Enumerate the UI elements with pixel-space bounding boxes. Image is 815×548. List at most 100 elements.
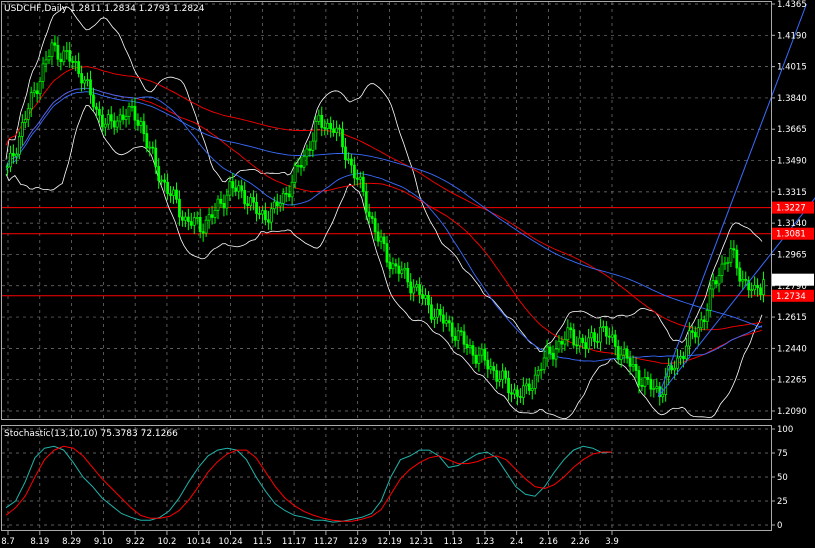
candle-body xyxy=(735,249,739,269)
candle-body xyxy=(71,60,75,63)
candle-body xyxy=(599,326,602,343)
candle-body xyxy=(441,314,445,324)
candle-body xyxy=(670,365,673,371)
price-tick-label: 1.4015 xyxy=(777,63,807,73)
candle-body xyxy=(364,191,368,213)
candle-body xyxy=(261,210,264,215)
candle-body xyxy=(685,345,688,360)
candle-body xyxy=(435,309,439,318)
chart-window: USDCHF,Daily 1.2811 1.2834 1.2793 1.2824… xyxy=(0,0,815,548)
candle-body xyxy=(355,177,359,180)
candle-body xyxy=(341,128,344,148)
candle-body xyxy=(219,198,223,204)
candle-body xyxy=(228,181,232,196)
candle-body xyxy=(468,345,472,349)
candle-body xyxy=(296,165,300,167)
stochastic-tick-label: 50 xyxy=(777,473,788,483)
candle-body xyxy=(255,201,258,214)
candle-body xyxy=(590,332,593,339)
candle-body xyxy=(38,81,42,95)
candle-body xyxy=(267,219,270,223)
candle-body xyxy=(293,165,297,183)
candle-body xyxy=(705,310,709,322)
candle-body xyxy=(628,357,632,367)
candle-body xyxy=(542,357,546,370)
candle-body xyxy=(711,280,715,290)
candle-body xyxy=(302,156,306,168)
candle-body xyxy=(269,208,273,223)
date-tick-label: 9.10 xyxy=(94,537,113,547)
candle-body xyxy=(625,348,629,359)
candle-body xyxy=(394,263,398,267)
candle-body xyxy=(581,337,585,343)
price-tick-label: 1.4190 xyxy=(777,31,807,41)
candle-body xyxy=(385,243,389,263)
stochastic-tick-label: 100 xyxy=(777,425,793,435)
candle-body xyxy=(504,370,507,379)
candle-body xyxy=(690,330,694,333)
candle-body xyxy=(679,356,682,359)
candle-body xyxy=(661,394,665,398)
candle-body xyxy=(77,61,81,74)
candle-body xyxy=(50,42,54,57)
candle-body xyxy=(510,392,513,395)
candle-body xyxy=(136,119,140,126)
candle-body xyxy=(563,339,567,345)
candle-body xyxy=(243,190,247,205)
candle-body xyxy=(56,44,60,60)
candle-body xyxy=(462,331,466,345)
candle-body xyxy=(634,364,638,371)
candle-body xyxy=(753,284,757,291)
candle-body xyxy=(702,319,706,322)
date-tick-label: 10.24 xyxy=(218,537,242,547)
candle-body xyxy=(92,94,95,108)
candle-body xyxy=(530,388,534,391)
candle-body xyxy=(406,267,410,283)
candle-body xyxy=(121,114,125,120)
candle-body xyxy=(699,319,703,329)
candle-body xyxy=(287,193,291,198)
candle-body xyxy=(332,128,336,133)
price-tick-label: 1.3665 xyxy=(777,125,807,135)
candle-body xyxy=(545,346,549,359)
candle-body xyxy=(35,90,39,95)
candle-body xyxy=(492,366,496,371)
candle-body xyxy=(290,181,294,198)
candle-body xyxy=(421,294,424,299)
candle-body xyxy=(299,165,303,168)
candle-body xyxy=(74,61,78,63)
date-tick-label: 3.9 xyxy=(605,537,619,547)
price-tick-label: 1.4365 xyxy=(777,0,807,10)
candle-body xyxy=(607,335,611,338)
candle-body xyxy=(240,185,244,191)
candle-body xyxy=(326,123,330,129)
candle-body xyxy=(80,73,83,84)
candle-body xyxy=(106,114,110,125)
candle-body xyxy=(682,356,685,360)
date-tick-label: 12.9 xyxy=(348,537,367,547)
candle-body xyxy=(252,197,255,203)
candle-body xyxy=(151,146,155,149)
candle-body xyxy=(127,106,131,117)
candle-body xyxy=(258,213,261,215)
candle-body xyxy=(415,284,419,288)
candle-body xyxy=(637,370,641,386)
stochastic-tick-label: 0 xyxy=(777,521,782,531)
candle-body xyxy=(403,267,407,271)
candle-body xyxy=(750,289,754,292)
candle-body xyxy=(604,326,608,337)
candle-body xyxy=(272,201,276,210)
candle-body xyxy=(373,218,377,233)
candle-body xyxy=(157,166,161,181)
candle-body xyxy=(308,148,312,151)
candle-body xyxy=(376,231,380,242)
candle-body xyxy=(539,369,543,371)
candle-body xyxy=(613,334,617,347)
candle-body xyxy=(397,265,401,274)
candle-body xyxy=(673,367,676,371)
price-tick-label: 1.2440 xyxy=(777,344,807,354)
candle-body xyxy=(115,120,119,128)
candle-body xyxy=(305,148,309,158)
candle-body xyxy=(412,286,416,294)
candle-body xyxy=(756,284,759,289)
